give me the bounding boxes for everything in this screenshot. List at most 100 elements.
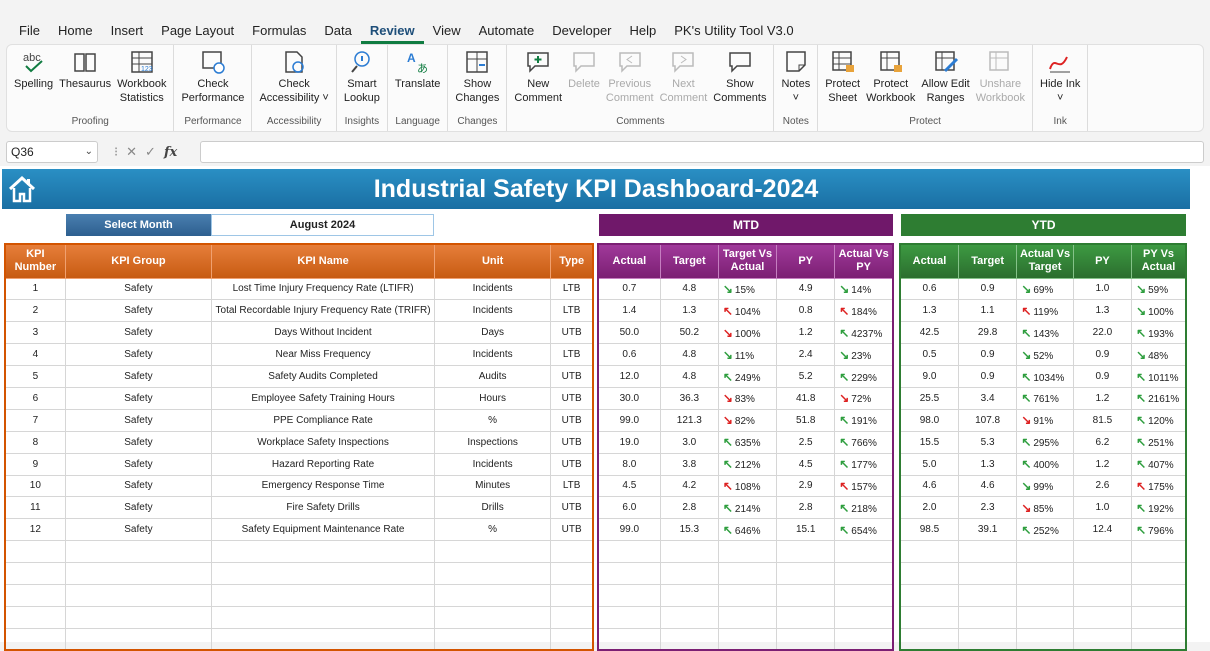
table-cell[interactable]: Safety — [64, 365, 213, 388]
indicator-cell[interactable]: ↘ 83% — [717, 386, 778, 410]
insert-function-icon[interactable]: fx — [164, 145, 177, 160]
empty-cell[interactable] — [1072, 562, 1133, 585]
table-cell[interactable]: Inspections — [433, 430, 552, 454]
empty-cell[interactable] — [776, 605, 836, 629]
table-cell[interactable]: 4.8 — [659, 343, 719, 367]
empty-cell[interactable] — [64, 583, 213, 607]
indicator-cell[interactable]: ↖ 157% — [834, 474, 894, 498]
table-cell[interactable]: Safety — [64, 518, 213, 542]
table-cell[interactable]: Emergency Response Time — [211, 474, 435, 498]
table-cell[interactable]: UTB — [550, 386, 594, 410]
indicator-cell[interactable]: ↘ 23% — [834, 343, 894, 367]
tab-help[interactable]: Help — [621, 18, 666, 44]
indicator-cell[interactable]: ↖ 184% — [834, 299, 894, 323]
table-cell[interactable]: 4 — [4, 343, 66, 367]
table-cell[interactable]: 2.8 — [659, 496, 719, 520]
table-cell[interactable]: 0.5 — [899, 343, 959, 367]
table-cell[interactable]: Audits — [433, 365, 552, 388]
table-cell[interactable]: 3.4 — [957, 386, 1018, 410]
empty-cell[interactable] — [899, 562, 959, 585]
table-cell[interactable]: 5.2 — [776, 365, 836, 388]
table-cell[interactable]: 2.6 — [1072, 474, 1133, 498]
indicator-cell[interactable]: ↖ 295% — [1016, 430, 1074, 454]
indicator-cell[interactable]: ↘ 11% — [717, 343, 778, 367]
table-cell[interactable]: 4.6 — [957, 474, 1018, 498]
empty-cell[interactable] — [776, 627, 836, 651]
table-cell[interactable]: 15.5 — [899, 430, 959, 454]
empty-cell[interactable] — [4, 562, 66, 585]
show-changes-button[interactable]: Show Changes — [452, 49, 502, 115]
name-box[interactable]: Q36 ⌄ — [6, 141, 98, 163]
enter-icon[interactable]: ✓ — [145, 144, 156, 160]
table-cell[interactable]: 0.9 — [957, 277, 1018, 301]
empty-cell[interactable] — [4, 583, 66, 607]
empty-cell[interactable] — [1072, 540, 1133, 564]
worksheet[interactable]: Industrial Safety KPI Dashboard-2024 Sel… — [0, 166, 1210, 651]
table-cell[interactable]: 4.2 — [659, 474, 719, 498]
empty-cell[interactable] — [957, 562, 1018, 585]
empty-cell[interactable] — [899, 627, 959, 651]
protect-workbook-button[interactable]: Protect Workbook — [863, 49, 918, 115]
indicator-cell[interactable]: ↖ 646% — [717, 518, 778, 542]
table-cell[interactable]: % — [433, 518, 552, 542]
tab-formulas[interactable]: Formulas — [243, 18, 315, 44]
empty-cell[interactable] — [550, 605, 594, 629]
table-cell[interactable]: 2.3 — [957, 496, 1018, 520]
table-cell[interactable]: 8.0 — [597, 452, 661, 476]
empty-cell[interactable] — [659, 540, 719, 564]
empty-cell[interactable] — [1016, 562, 1074, 585]
empty-cell[interactable] — [433, 583, 552, 607]
empty-cell[interactable] — [211, 627, 435, 651]
table-cell[interactable]: 2.4 — [776, 343, 836, 367]
show-comments-button[interactable]: Show Comments — [710, 49, 769, 115]
empty-cell[interactable] — [433, 562, 552, 585]
table-cell[interactable]: 4.5 — [597, 474, 661, 498]
empty-cell[interactable] — [1016, 605, 1074, 629]
empty-cell[interactable] — [1016, 627, 1074, 651]
table-cell[interactable]: Total Recordable Injury Frequency Rate (… — [211, 299, 435, 323]
table-cell[interactable]: UTB — [550, 321, 594, 345]
empty-cell[interactable] — [659, 562, 719, 585]
empty-cell[interactable] — [776, 583, 836, 607]
empty-cell[interactable] — [64, 540, 213, 564]
table-cell[interactable]: UTB — [550, 430, 594, 454]
empty-cell[interactable] — [597, 562, 661, 585]
indicator-cell[interactable]: ↘ 48% — [1131, 343, 1187, 367]
empty-cell[interactable] — [1072, 605, 1133, 629]
empty-cell[interactable] — [957, 627, 1018, 651]
table-cell[interactable]: Incidents — [433, 343, 552, 367]
table-cell[interactable]: 1.0 — [1072, 496, 1133, 520]
table-cell[interactable]: 1.2 — [1072, 386, 1133, 410]
table-cell[interactable]: 1.3 — [899, 299, 959, 323]
table-cell[interactable]: LTB — [550, 343, 594, 367]
table-cell[interactable]: Incidents — [433, 299, 552, 323]
empty-cell[interactable] — [659, 627, 719, 651]
table-cell[interactable]: Safety — [64, 452, 213, 476]
table-cell[interactable]: 4.9 — [776, 277, 836, 301]
smart-lookup-button[interactable]: Smart Lookup — [341, 49, 383, 115]
empty-cell[interactable] — [597, 583, 661, 607]
empty-cell[interactable] — [550, 540, 594, 564]
indicator-cell[interactable]: ↖ 191% — [834, 408, 894, 432]
tab-page-layout[interactable]: Page Layout — [152, 18, 243, 44]
empty-cell[interactable] — [834, 540, 894, 564]
indicator-cell[interactable]: ↖ 251% — [1131, 430, 1187, 454]
table-cell[interactable]: 25.5 — [899, 386, 959, 410]
empty-cell[interactable] — [64, 605, 213, 629]
table-cell[interactable]: 0.9 — [1072, 365, 1133, 388]
table-cell[interactable]: 1.1 — [957, 299, 1018, 323]
table-cell[interactable]: 42.5 — [899, 321, 959, 345]
previous-comment-button[interactable]: Previous Comment — [603, 49, 657, 115]
empty-cell[interactable] — [659, 605, 719, 629]
table-cell[interactable]: 0.6 — [899, 277, 959, 301]
table-cell[interactable]: 1.2 — [776, 321, 836, 345]
table-cell[interactable]: 2.0 — [899, 496, 959, 520]
table-cell[interactable]: 81.5 — [1072, 408, 1133, 432]
thesaurus-button[interactable]: Thesaurus — [56, 49, 114, 115]
table-cell[interactable]: Safety — [64, 430, 213, 454]
formula-input[interactable] — [200, 141, 1204, 163]
indicator-cell[interactable]: ↘ 69% — [1016, 277, 1074, 301]
indicator-cell[interactable]: ↖ 218% — [834, 496, 894, 520]
indicator-cell[interactable]: ↖ 654% — [834, 518, 894, 542]
empty-cell[interactable] — [550, 583, 594, 607]
